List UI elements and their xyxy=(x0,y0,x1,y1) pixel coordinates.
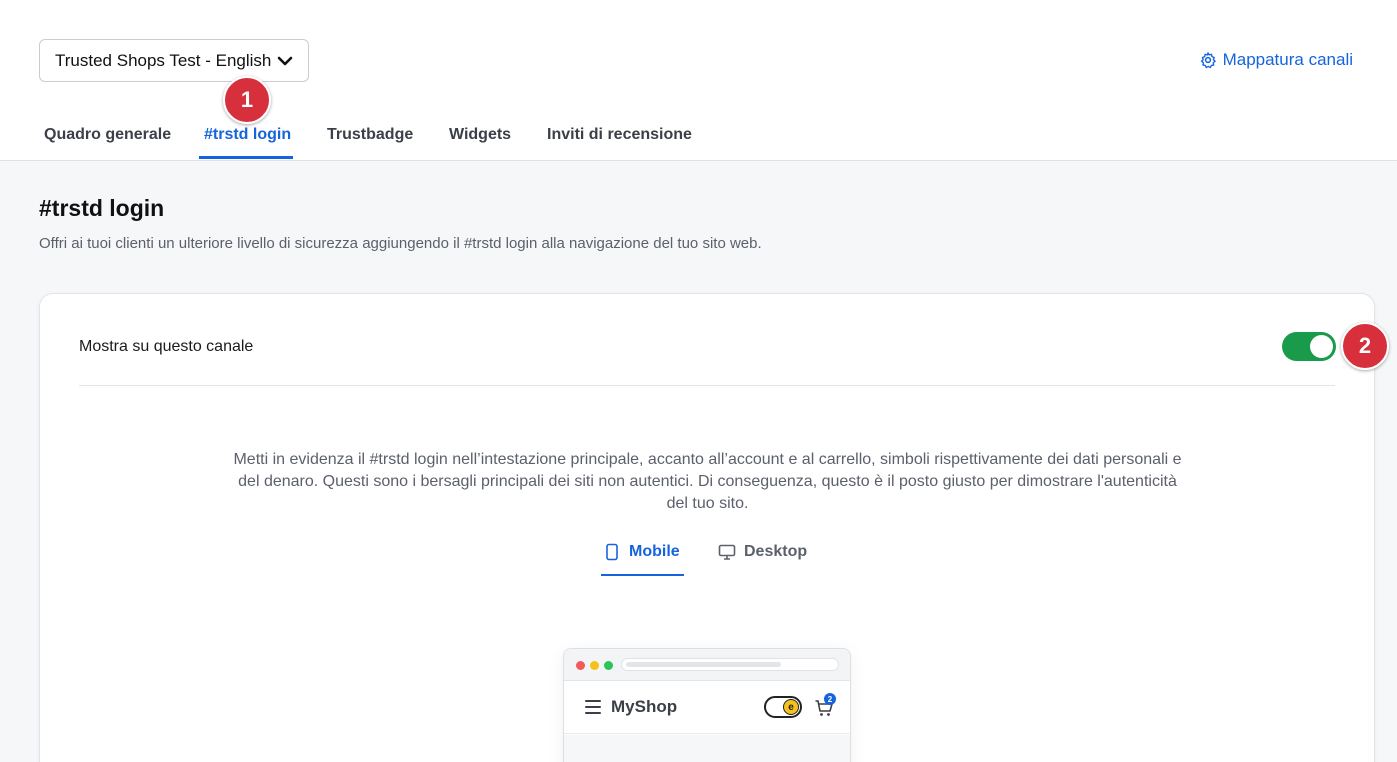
cart-count-badge: 2 xyxy=(824,693,836,705)
channel-select[interactable]: Trusted Shops Test - English xyxy=(39,39,309,82)
trusted-shops-logo-icon: e xyxy=(783,699,799,715)
menu-icon xyxy=(585,700,601,714)
mapping-link-label: Mappatura canali xyxy=(1222,50,1353,69)
desktop-icon xyxy=(718,544,736,560)
trstd-login-toggle-icon: e xyxy=(764,696,802,718)
tab-review-invites[interactable]: Inviti di recensione xyxy=(547,126,692,144)
page-title: #trstd login xyxy=(39,195,165,221)
chevron-down-icon xyxy=(277,56,293,66)
view-tab-mobile-label: Mobile xyxy=(629,543,680,560)
view-tab-desktop-label: Desktop xyxy=(744,543,808,560)
tab-overview[interactable]: Quadro generale xyxy=(44,126,171,144)
channel-select-value: Trusted Shops Test - English xyxy=(55,50,272,70)
page-subtitle: Offri ai tuoi clienti un ulteriore livel… xyxy=(39,235,762,252)
step-badge-1: 1 xyxy=(223,76,271,124)
preview-body xyxy=(564,735,850,762)
active-view-indicator xyxy=(601,574,684,576)
window-maximize-dot xyxy=(604,661,613,670)
mobile-preview: MyShop e 2 xyxy=(563,648,851,762)
shop-name: MyShop xyxy=(611,697,678,716)
view-tab-mobile[interactable]: Mobile xyxy=(603,543,680,561)
tab-trustbadge[interactable]: Trustbadge xyxy=(327,126,413,144)
mapping-channels-link[interactable]: Mappatura canali xyxy=(1199,50,1353,70)
mobile-icon xyxy=(606,543,618,561)
window-minimize-dot xyxy=(590,661,599,670)
top-header: Trusted Shops Test - English Mappatura c… xyxy=(0,0,1397,161)
window-close-dot xyxy=(576,661,585,670)
show-on-channel-toggle[interactable] xyxy=(1282,332,1336,361)
url-bar xyxy=(621,658,839,671)
show-on-channel-label: Mostra su questo canale xyxy=(79,338,254,355)
tab-trstd-login[interactable]: #trstd login xyxy=(204,126,291,144)
view-tab-desktop[interactable]: Desktop xyxy=(718,543,807,561)
step-badge-2: 2 xyxy=(1341,322,1389,370)
gear-icon xyxy=(1200,52,1216,69)
preview-shop-header: MyShop e 2 xyxy=(564,682,850,734)
placement-description: Metti in evidenza il #trstd login nell’i… xyxy=(233,451,1182,512)
active-tab-indicator xyxy=(199,156,293,159)
browser-bar xyxy=(564,649,850,681)
card-divider xyxy=(79,385,1335,386)
toggle-knob xyxy=(1310,335,1333,358)
tab-widgets[interactable]: Widgets xyxy=(449,126,511,144)
